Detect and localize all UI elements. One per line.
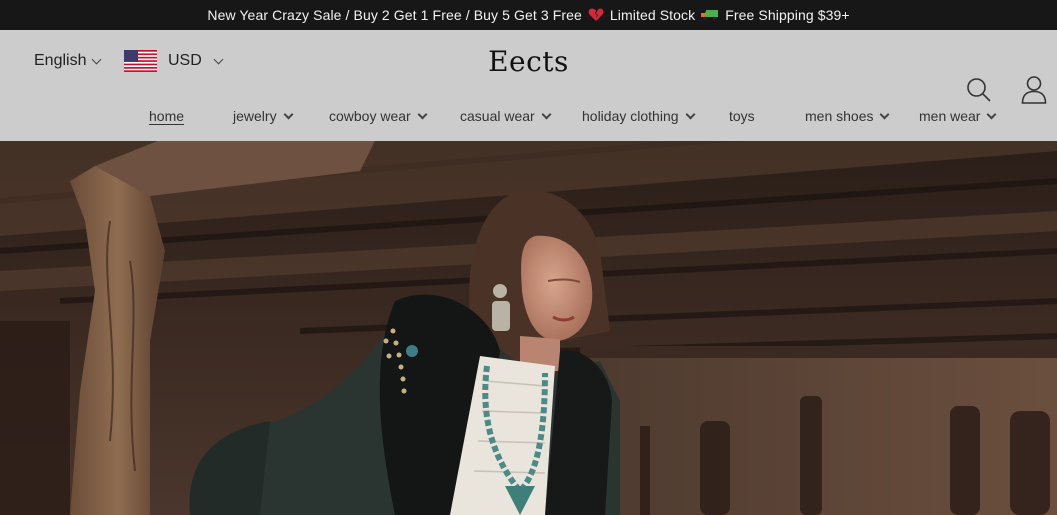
nav-item-label: men wear xyxy=(919,108,981,124)
chevron-down-icon xyxy=(880,109,890,119)
nav-item-jewelry[interactable]: jewelry xyxy=(233,108,294,124)
chevron-down-icon xyxy=(417,109,428,119)
announcement-text-shipping: Free Shipping $39+ xyxy=(725,7,850,23)
broken-heart-icon xyxy=(588,8,604,22)
chevron-down-icon xyxy=(987,109,997,119)
nav-item-men-shoes[interactable]: men shoes xyxy=(805,108,890,124)
announcement-text-stock: Limited Stock xyxy=(609,7,696,23)
announcement-text-sale: New Year Crazy Sale / Buy 2 Get 1 Free /… xyxy=(207,7,582,23)
nav-item-label: home xyxy=(149,108,185,124)
nav-item-label: toys xyxy=(729,108,755,124)
announcement-bar: New Year Crazy Sale / Buy 2 Get 1 Free /… xyxy=(0,0,1057,30)
chevron-down-icon xyxy=(685,109,695,119)
hero-banner[interactable] xyxy=(0,141,1057,515)
site-header: English USD Eects home jewelry cowboy we… xyxy=(0,30,1057,141)
main-nav: home jewelry cowboy wear casual wear hol… xyxy=(0,94,1057,141)
nav-item-label: cowboy wear xyxy=(329,108,411,124)
nav-item-toys[interactable]: toys xyxy=(729,108,755,124)
nav-item-label: men shoes xyxy=(805,108,874,124)
nav-item-holiday-clothing[interactable]: holiday clothing xyxy=(582,108,695,124)
nav-item-label: holiday clothing xyxy=(582,108,679,124)
chevron-down-icon xyxy=(541,109,552,119)
nav-item-label: casual wear xyxy=(460,108,535,124)
nav-item-casual-wear[interactable]: casual wear xyxy=(460,108,552,124)
truck-icon xyxy=(701,9,719,21)
header-topbar: English USD Eects xyxy=(0,30,1057,94)
hero-image xyxy=(0,141,1057,515)
nav-item-home[interactable]: home xyxy=(149,108,184,124)
site-logo[interactable]: Eects xyxy=(0,45,1057,78)
nav-item-men-wear[interactable]: men wear xyxy=(919,108,997,124)
chevron-down-icon xyxy=(283,109,294,119)
nav-item-label: jewelry xyxy=(233,108,277,124)
nav-item-cowboy-wear[interactable]: cowboy wear xyxy=(329,108,428,124)
